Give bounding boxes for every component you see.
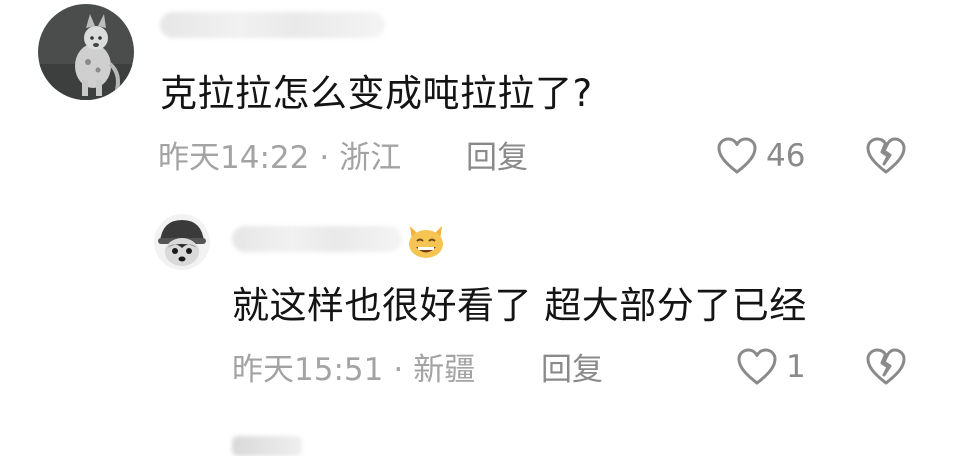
dislike-button[interactable] [864, 136, 908, 180]
reply-button[interactable]: 回复 [541, 350, 603, 390]
like-button[interactable]: 46 [716, 136, 805, 176]
comment-text: 克拉拉怎么变成吨拉拉了? [160, 72, 593, 115]
comment-text: 就这样也很好看了 超大部分了已经 [232, 284, 807, 327]
dog-photo-avatar [38, 4, 134, 100]
comment-meta: 昨天14:22 · 浙江 [158, 138, 401, 178]
meta-separator: · [319, 140, 330, 176]
comment-meta: 昨天15:51 · 新疆 [232, 350, 475, 390]
reply-button[interactable]: 回复 [466, 138, 528, 178]
broken-heart-icon [866, 348, 906, 385]
husky-avatar [154, 214, 210, 270]
broken-heart-icon [866, 137, 906, 174]
meta-separator: · [393, 352, 404, 388]
heart-outline-icon [717, 137, 757, 174]
cat-face-emoji-icon [405, 222, 447, 260]
like-count: 46 [766, 138, 806, 174]
like-count: 1 [786, 349, 806, 385]
username-blurred[interactable] [232, 226, 402, 252]
comment-location: 新疆 [413, 352, 476, 388]
heart-outline-icon [737, 348, 777, 385]
username-blurred[interactable] [160, 12, 385, 38]
next-comment-partial [232, 436, 302, 456]
comment-location: 浙江 [339, 140, 402, 176]
like-button[interactable]: 1 [736, 347, 806, 387]
user-avatar[interactable] [38, 4, 134, 100]
dislike-button[interactable] [864, 347, 908, 391]
user-avatar[interactable] [154, 214, 210, 270]
comment-time: 昨天14:22 [158, 140, 310, 176]
comment-time: 昨天15:51 [232, 352, 384, 388]
